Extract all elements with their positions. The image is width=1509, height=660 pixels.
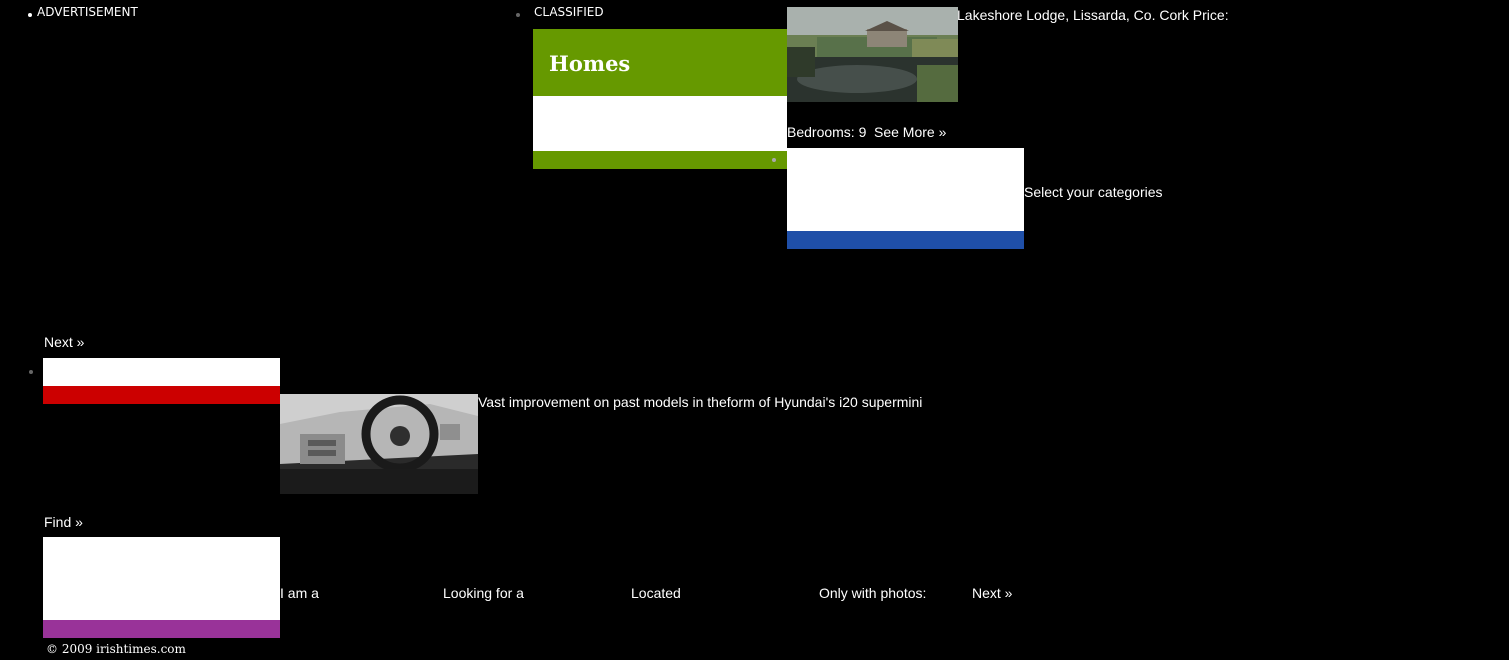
see-more-link[interactable]: See More » bbox=[874, 124, 946, 140]
car-interior-photo[interactable] bbox=[280, 394, 478, 494]
dating-next-link[interactable]: Next » bbox=[972, 585, 1012, 601]
select-categories-link[interactable]: Select your categories bbox=[1024, 184, 1163, 200]
motors-find-link[interactable]: Find » bbox=[44, 514, 83, 530]
car-article-text[interactable]: Vast improvement on past models in thefo… bbox=[478, 394, 922, 410]
only-with-photos-label: Only with photos: bbox=[819, 585, 927, 601]
classified-label: CLASSIFIED bbox=[534, 5, 604, 19]
homes-search-panel bbox=[533, 96, 787, 151]
property-bedrooms: Bedrooms: 9 bbox=[787, 124, 867, 140]
homes-accent-bar bbox=[533, 151, 787, 169]
bullet-icon bbox=[772, 158, 776, 162]
advertisement-label: ADVERTISEMENT bbox=[37, 5, 138, 19]
i-am-label: I am a bbox=[280, 585, 319, 601]
copyright-text: © 2009 irishtimes.com bbox=[46, 642, 186, 656]
motors-accent-bar bbox=[43, 386, 280, 404]
dating-panel bbox=[43, 537, 280, 620]
dating-accent-bar bbox=[43, 620, 280, 638]
categories-panel bbox=[787, 148, 1024, 231]
bullet-icon bbox=[29, 370, 33, 374]
homes-next-link[interactable]: Next » bbox=[44, 334, 84, 350]
located-label: Located bbox=[631, 585, 681, 601]
homes-header: Homes bbox=[533, 29, 787, 96]
property-photo[interactable] bbox=[787, 7, 958, 102]
homes-title: Homes bbox=[549, 51, 631, 76]
motors-panel bbox=[43, 358, 280, 386]
property-listing-text[interactable]: Lakeshore Lodge, Lissarda, Co. Cork Pric… bbox=[957, 7, 1229, 23]
bullet-icon bbox=[516, 13, 520, 17]
bullet-icon bbox=[28, 13, 32, 17]
looking-for-label: Looking for a bbox=[443, 585, 524, 601]
categories-accent-bar bbox=[787, 231, 1024, 249]
